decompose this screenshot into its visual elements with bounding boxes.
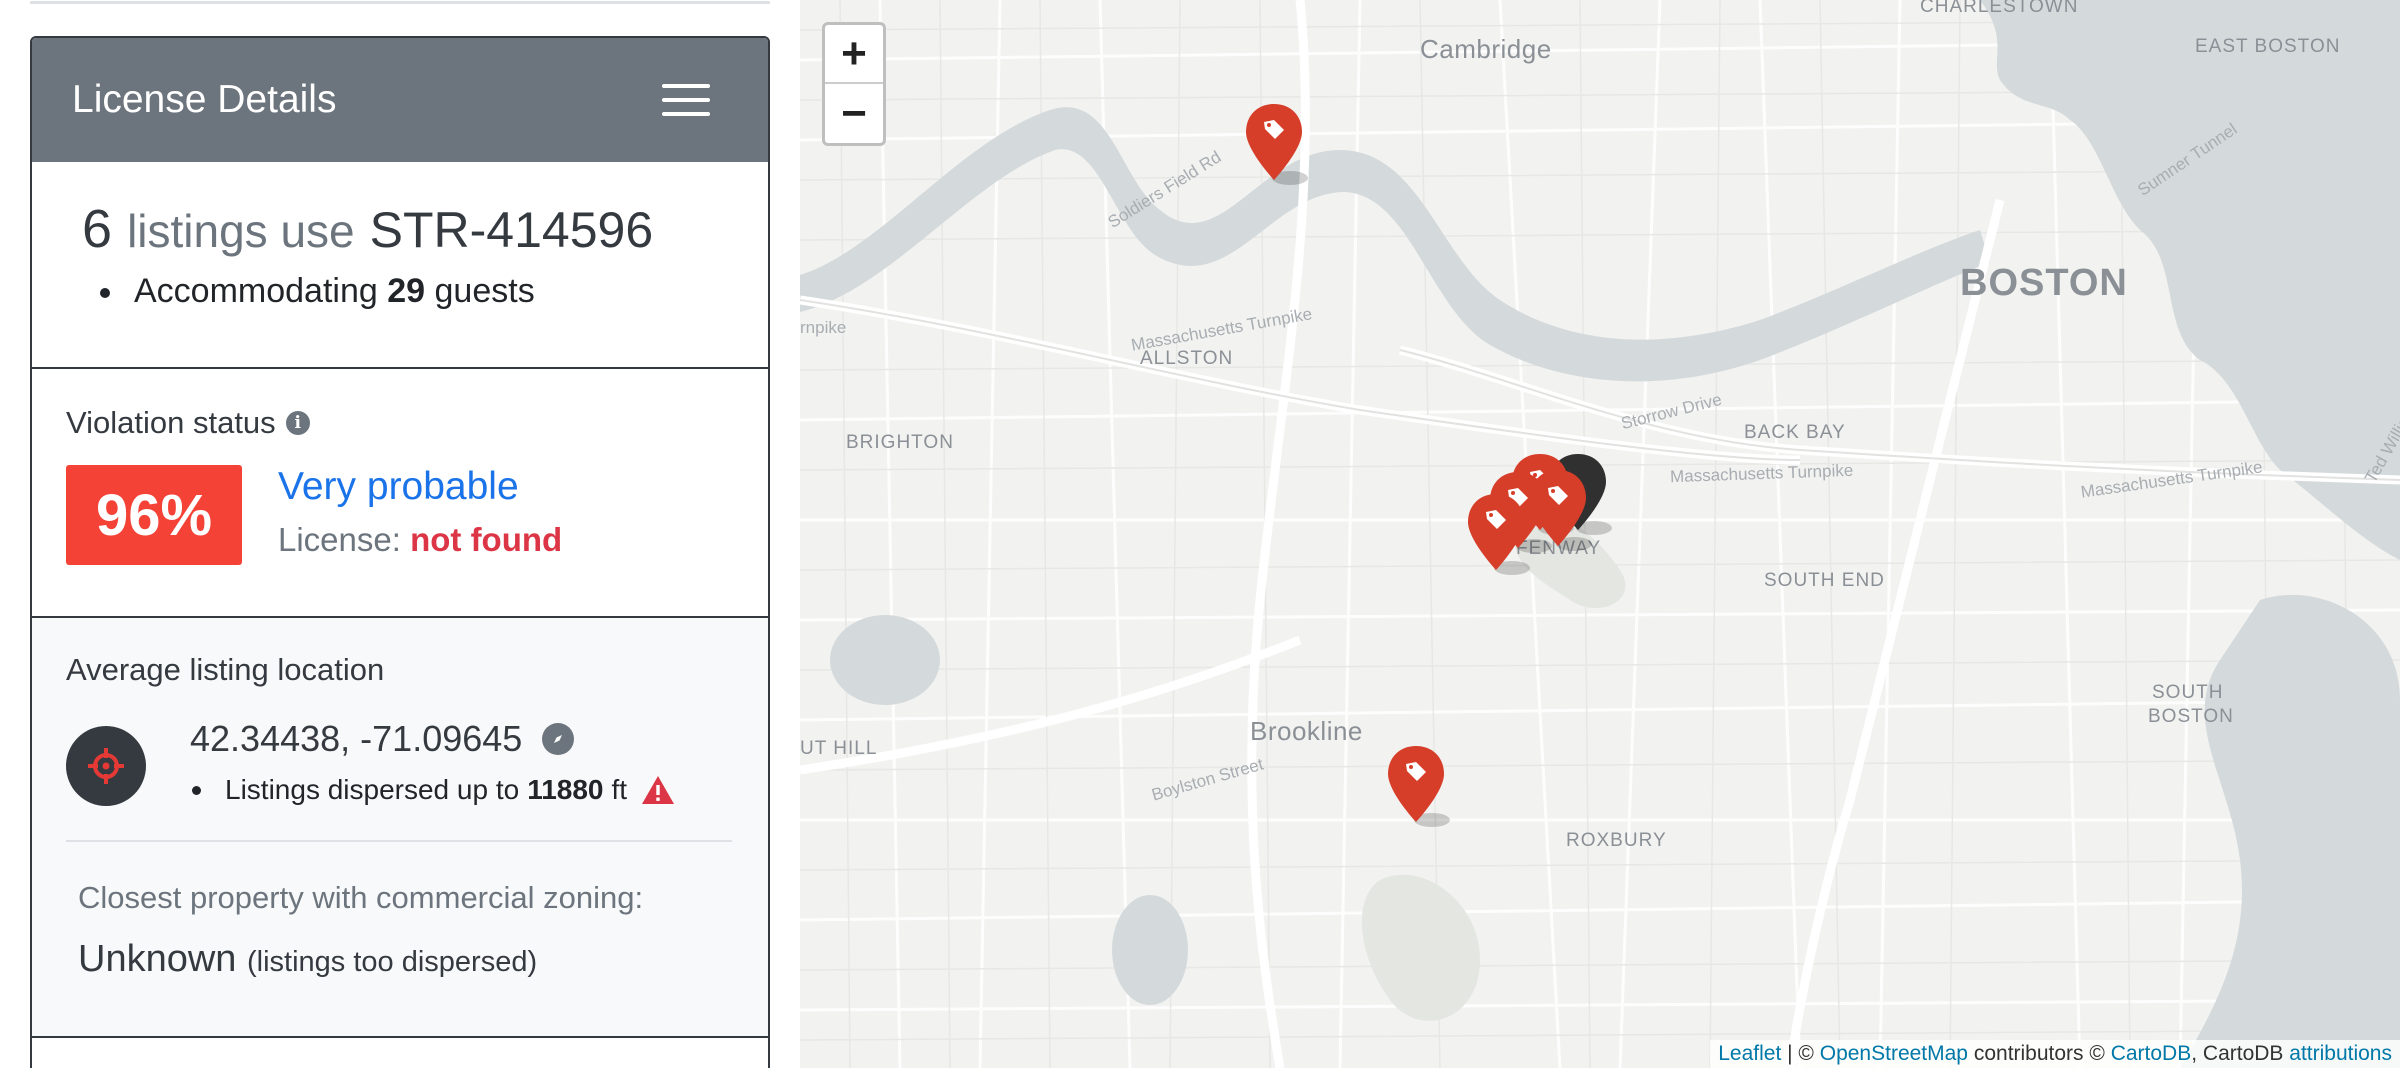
guests-item: Accommodating 29 guests xyxy=(100,272,768,311)
map-label-south-boston-2: BOSTON xyxy=(2148,706,2234,727)
violation-label-text: Violation status xyxy=(66,405,276,440)
zoning-note: (listings too dispersed) xyxy=(246,946,538,978)
listing-marker[interactable] xyxy=(1466,492,1530,578)
map-label-roxbury: ROXBURY xyxy=(1566,830,1667,851)
map-label-brighton: BRIGHTON xyxy=(846,432,954,453)
location-info: 42.34438, -71.09645 Listings dispersed u… xyxy=(190,718,675,806)
card-title: License Details xyxy=(72,78,337,121)
summary-section: 6 listings use STR-414596 Accommodating … xyxy=(32,162,768,369)
zoom-out-button[interactable]: − xyxy=(825,84,883,143)
compass-icon[interactable] xyxy=(542,723,575,755)
guest-count: 29 xyxy=(387,272,426,310)
attributions-link[interactable]: attributions xyxy=(2289,1042,2392,1065)
license-status-value: not found xyxy=(410,521,563,558)
dispersion-prefix: Listings dispersed up to xyxy=(225,774,520,805)
location-row: 42.34438, -71.09645 Listings dispersed u… xyxy=(66,718,768,806)
map-label-boston: BOSTON xyxy=(1960,262,2128,304)
map-label-hill: UT HILL xyxy=(800,738,878,759)
listings-summary: 6 listings use STR-414596 xyxy=(82,198,768,260)
violation-section: Violation status i 96% Very probable Lic… xyxy=(32,369,768,618)
coordinates-text: 42.34438, -71.09645 xyxy=(190,718,523,759)
listing-marker[interactable] xyxy=(1386,744,1450,830)
zoning-value-text: Unknown xyxy=(78,938,237,980)
road-label-pike: rnpike xyxy=(800,318,847,337)
crosshair-icon xyxy=(66,726,146,806)
average-coordinates: 42.34438, -71.09645 xyxy=(190,718,675,760)
summary-middle-text: listings use xyxy=(127,205,355,257)
attribution-mid: , CartoDB xyxy=(2191,1042,2290,1065)
map-label-charlestown: CHARLESTOWN xyxy=(1920,0,2079,17)
sidebar: License Details 6 listings use STR-41459… xyxy=(0,0,800,1068)
osm-link[interactable]: OpenStreetMap xyxy=(1820,1042,1968,1065)
info-icon[interactable]: i xyxy=(285,411,310,435)
listing-marker[interactable] xyxy=(1244,102,1308,188)
listing-marker[interactable] xyxy=(1528,468,1592,554)
license-id: STR-414596 xyxy=(369,202,654,258)
summary-list: Accommodating 29 guests xyxy=(82,272,768,311)
zoning-label: Closest property with commercial zoning: xyxy=(78,880,644,915)
map-attribution: Leaflet | © OpenStreetMap contributors ©… xyxy=(1710,1040,2400,1068)
map[interactable]: + − CHARLESTOWN EAST BOSTON Cambridge BO… xyxy=(800,0,2400,1068)
menu-icon[interactable] xyxy=(662,84,710,116)
license-status: License: not found xyxy=(278,521,562,559)
top-divider xyxy=(30,0,770,4)
violation-row: 96% Very probable License: not found xyxy=(66,465,768,565)
location-label: Average listing location xyxy=(66,652,385,687)
dispersion-unit: ft xyxy=(611,774,628,805)
warning-icon xyxy=(642,776,675,804)
guests-prefix: Accommodating xyxy=(134,272,378,310)
violation-probability: Very probable xyxy=(278,465,519,508)
location-section: Average listing location 42.34438, -71.0… xyxy=(32,618,768,1038)
map-label-back-bay: BACK BAY xyxy=(1744,422,1846,443)
map-label-cambridge: Cambridge xyxy=(1420,34,1552,64)
map-label-east-boston: EAST BOSTON xyxy=(2195,36,2341,57)
attribution-contributors: contributors © xyxy=(1968,1042,2111,1065)
section-divider xyxy=(66,840,732,842)
zoom-control: + − xyxy=(822,22,886,146)
card-header: License Details xyxy=(32,38,768,162)
license-details-card: License Details 6 listings use STR-41459… xyxy=(30,36,770,1068)
map-label-south-end: SOUTH END xyxy=(1764,570,1885,591)
violation-percent-badge: 96% xyxy=(66,465,242,565)
license-status-label: License: xyxy=(278,521,401,558)
listing-count: 6 xyxy=(82,199,113,259)
dispersion-value: 11880 xyxy=(527,774,604,805)
attribution-separator: | © xyxy=(1781,1042,1820,1065)
zoning-value: Unknown (listings too dispersed) xyxy=(78,938,768,981)
guests-suffix: guests xyxy=(434,272,535,310)
dispersion-note: Listings dispersed up to 11880 ft xyxy=(190,774,675,806)
violation-label: Violation status i xyxy=(66,405,768,441)
violation-text: Very probable License: not found xyxy=(278,465,562,559)
map-label-south-boston-1: SOUTH xyxy=(2152,682,2224,703)
map-label-brookline: Brookline xyxy=(1250,716,1363,746)
cartodb-link[interactable]: CartoDB xyxy=(2111,1042,2192,1065)
zoom-in-button[interactable]: + xyxy=(825,25,883,84)
leaflet-link[interactable]: Leaflet xyxy=(1718,1042,1781,1065)
